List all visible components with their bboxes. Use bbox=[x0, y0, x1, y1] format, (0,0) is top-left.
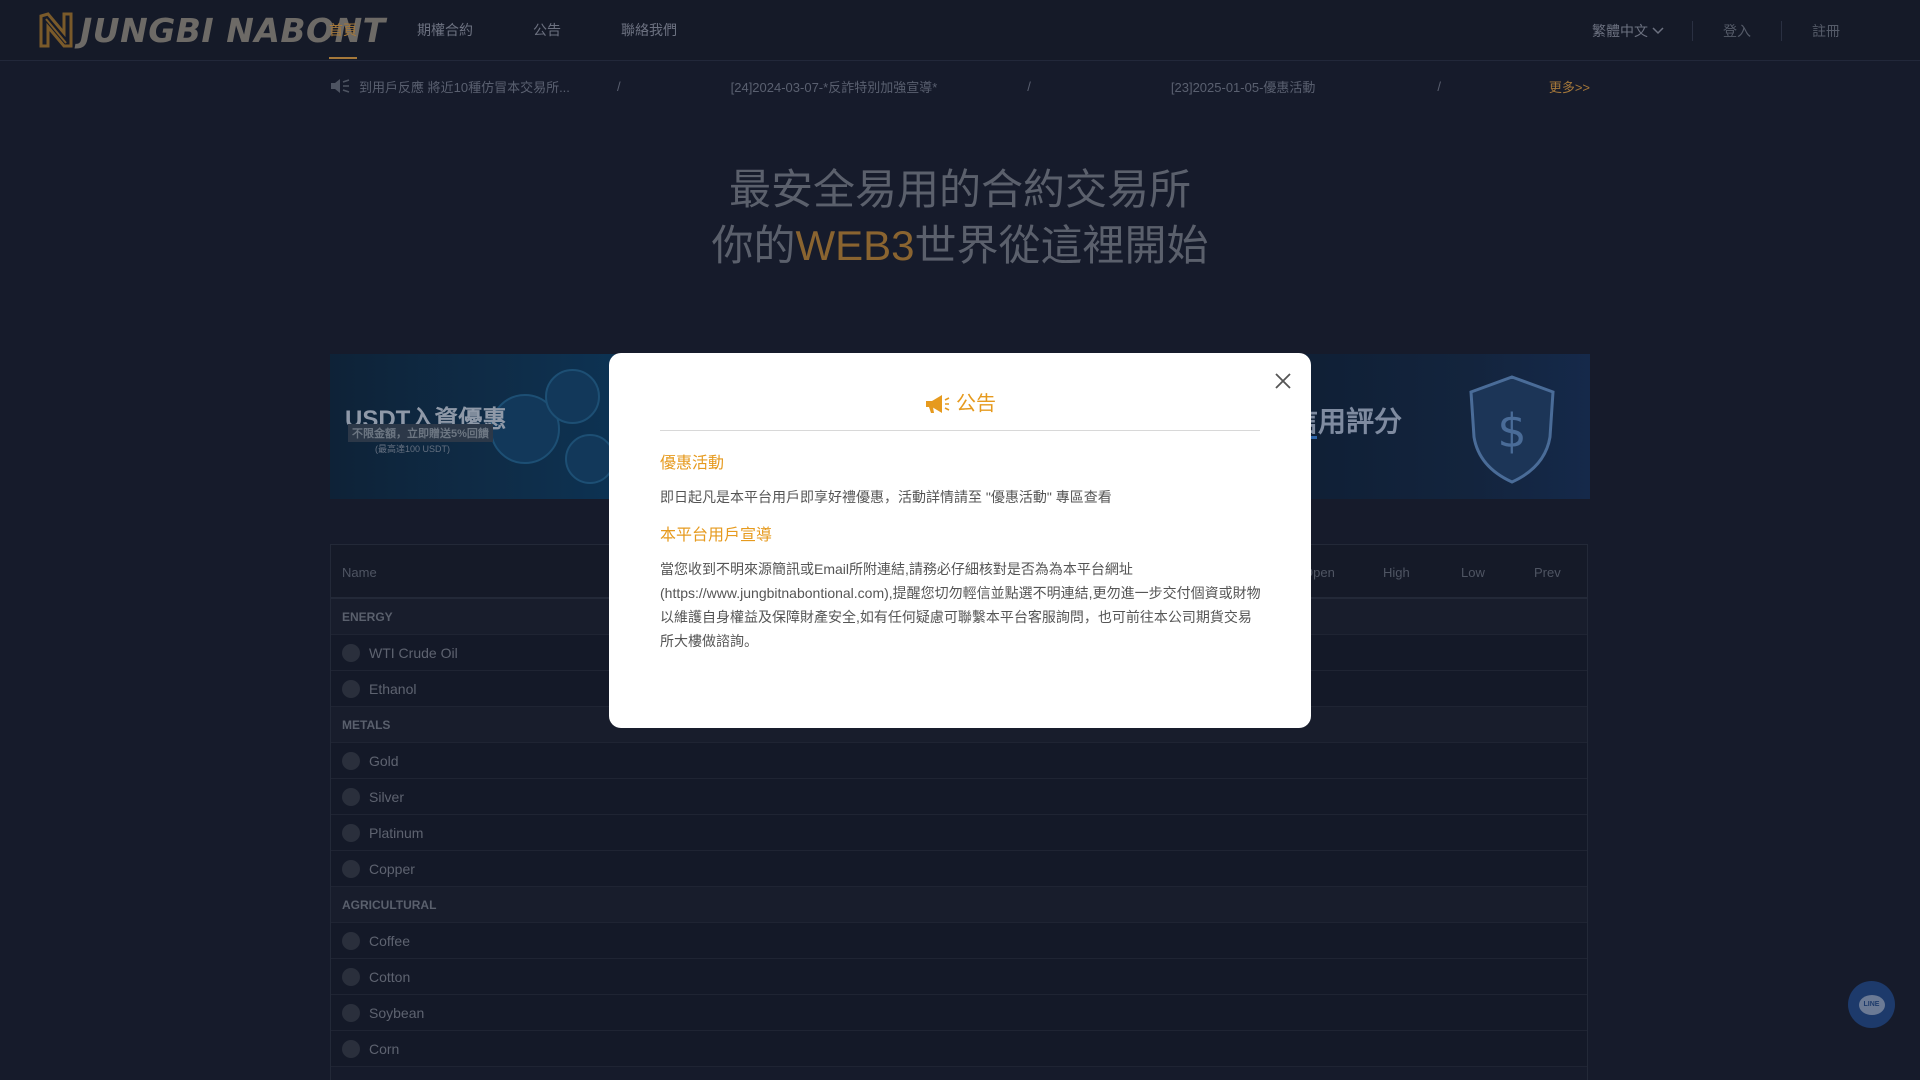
nav-item-home[interactable]: 首頁 bbox=[329, 0, 357, 61]
banner-note: (最高達100 USDT) bbox=[375, 444, 451, 454]
promo-banner-credit[interactable]: 信用評分 $ bbox=[1290, 354, 1590, 499]
commodity-icon bbox=[342, 643, 360, 662]
announcement-modal: 公告 優惠活動 即日起凡是本平台用戶即享好禮優惠，活動詳情請至 "優惠活動" 專… bbox=[609, 353, 1311, 728]
commodity-name: Cotton bbox=[369, 968, 411, 985]
commodity-icon bbox=[342, 931, 360, 950]
commodity-icon bbox=[342, 1003, 360, 1022]
table-row[interactable]: Gold bbox=[331, 743, 1587, 779]
table-row[interactable]: Coffee bbox=[331, 923, 1587, 959]
header-actions: 繁體中文 登入 註冊 bbox=[1592, 0, 1920, 61]
table-row[interactable]: Corn bbox=[331, 1031, 1587, 1067]
commodity-icon bbox=[342, 1039, 360, 1058]
bitcoin-coin-icon bbox=[565, 434, 615, 484]
hero-heading: 最安全易用的合約交易所 你的WEB3世界從這裡開始 bbox=[0, 162, 1920, 274]
commodity-icon bbox=[342, 859, 360, 878]
chevron-down-icon bbox=[1652, 26, 1664, 34]
commodity-icon bbox=[342, 787, 360, 806]
ticker-separator: / bbox=[1027, 78, 1031, 94]
table-row[interactable]: Silver bbox=[331, 779, 1587, 815]
table-row[interactable]: Platinum bbox=[331, 815, 1587, 851]
ticker-separator: / bbox=[617, 78, 621, 94]
section-text-user-advisory: 當您收到不明來源簡訊或Email所附連結,請務必仔細核對是否為為本平台網址(ht… bbox=[660, 561, 1261, 649]
column-header-prev: Prev bbox=[1534, 565, 1561, 580]
commodity-name: Copper bbox=[369, 860, 415, 877]
nav-item-announcements[interactable]: 公告 bbox=[533, 0, 561, 61]
hero-line-2-suffix: 世界從這裡開始 bbox=[914, 222, 1209, 269]
logo-mark-icon bbox=[39, 12, 73, 48]
line-chat-icon: LINE bbox=[1858, 994, 1885, 1015]
commodity-icon bbox=[342, 751, 360, 770]
shield-icon: $ bbox=[1469, 375, 1555, 484]
banner-subtitle: 不限金額，立即贈送5%回饋 bbox=[348, 424, 493, 442]
table-row[interactable]: Soybean bbox=[331, 995, 1587, 1031]
modal-title: 公告 bbox=[956, 393, 996, 415]
main-nav: 首頁 期權合約 公告 聯絡我們 bbox=[329, 0, 737, 61]
login-button[interactable]: 登入 bbox=[1693, 21, 1781, 41]
ticker-item[interactable]: 到用戶反應 將近10種仿冒本交易所... bbox=[359, 77, 599, 96]
commodity-icon bbox=[342, 679, 360, 698]
table-row[interactable]: Copper bbox=[331, 851, 1587, 887]
ticker-more-link[interactable]: 更多>> bbox=[1549, 77, 1590, 96]
svg-text:$: $ bbox=[1497, 404, 1526, 458]
modal-header: 公告 bbox=[660, 389, 1260, 431]
section-text-promotion: 即日起凡是本平台用戶即享好禮優惠，活動詳情請至 "優惠活動" 專區查看 bbox=[660, 489, 1112, 505]
column-header-name: Name bbox=[342, 565, 377, 580]
commodity-icon bbox=[342, 967, 360, 986]
commodity-name: Silver bbox=[369, 788, 405, 805]
top-header: JUNGBI NABONT 首頁 期權合約 公告 聯絡我們 繁體中文 登入 註冊 bbox=[0, 0, 1920, 61]
section-title-promotion: 優惠活動 bbox=[660, 455, 725, 472]
column-header-high: High bbox=[1383, 565, 1410, 580]
close-icon[interactable] bbox=[1273, 371, 1293, 391]
announcement-ticker: 到用戶反應 將近10種仿冒本交易所... / [24]2024-03-07-*反… bbox=[329, 72, 1590, 100]
commodity-name: Gold bbox=[369, 752, 399, 769]
hero-line-2-prefix: 你的 bbox=[711, 222, 796, 269]
commodity-name: Coffee bbox=[369, 932, 410, 949]
bitcoin-coin-icon bbox=[545, 369, 600, 424]
ticker-item[interactable]: [23]2025-01-05-優惠活動 bbox=[1171, 77, 1316, 96]
megaphone-icon bbox=[926, 395, 950, 413]
commodity-name: Platinum bbox=[369, 824, 424, 841]
hero-line-1: 最安全易用的合約交易所 bbox=[728, 166, 1191, 213]
commodity-icon bbox=[342, 823, 360, 842]
ticker-item[interactable]: [24]2024-03-07-*反詐特別加強宣導* bbox=[731, 77, 938, 96]
table-row[interactable]: Cotton bbox=[331, 959, 1587, 995]
commodity-name: Corn bbox=[369, 1040, 400, 1057]
category-row: AGRICULTURAL bbox=[331, 887, 1587, 923]
commodity-name: Ethanol bbox=[369, 680, 417, 697]
commodity-name: WTI Crude Oil bbox=[369, 644, 458, 661]
promo-banner-deposit[interactable]: USDT入資優惠 不限金額，立即贈送5%回饋 (最高達100 USDT) bbox=[330, 354, 630, 499]
language-label: 繁體中文 bbox=[1592, 22, 1648, 39]
register-button[interactable]: 註冊 bbox=[1782, 21, 1920, 41]
column-header-low: Low bbox=[1461, 565, 1485, 580]
language-selector[interactable]: 繁體中文 bbox=[1592, 21, 1692, 41]
section-title-user-advisory: 本平台用戶宣導 bbox=[660, 527, 773, 544]
commodity-name: Soybean bbox=[369, 1004, 425, 1021]
nav-item-options[interactable]: 期權合約 bbox=[417, 0, 473, 61]
hero-line-2-accent: WEB3 bbox=[795, 222, 915, 269]
hero-line-2: 你的WEB3世界從這裡開始 bbox=[0, 218, 1920, 274]
ticker-separator: / bbox=[1437, 78, 1442, 94]
nav-item-contact[interactable]: 聯絡我們 bbox=[621, 0, 677, 61]
line-chat-button[interactable]: LINE bbox=[1848, 981, 1895, 1028]
modal-body: 優惠活動 即日起凡是本平台用戶即享好禮優惠，活動詳情請至 "優惠活動" 專區查看… bbox=[660, 451, 1262, 667]
speaker-icon bbox=[331, 79, 350, 93]
